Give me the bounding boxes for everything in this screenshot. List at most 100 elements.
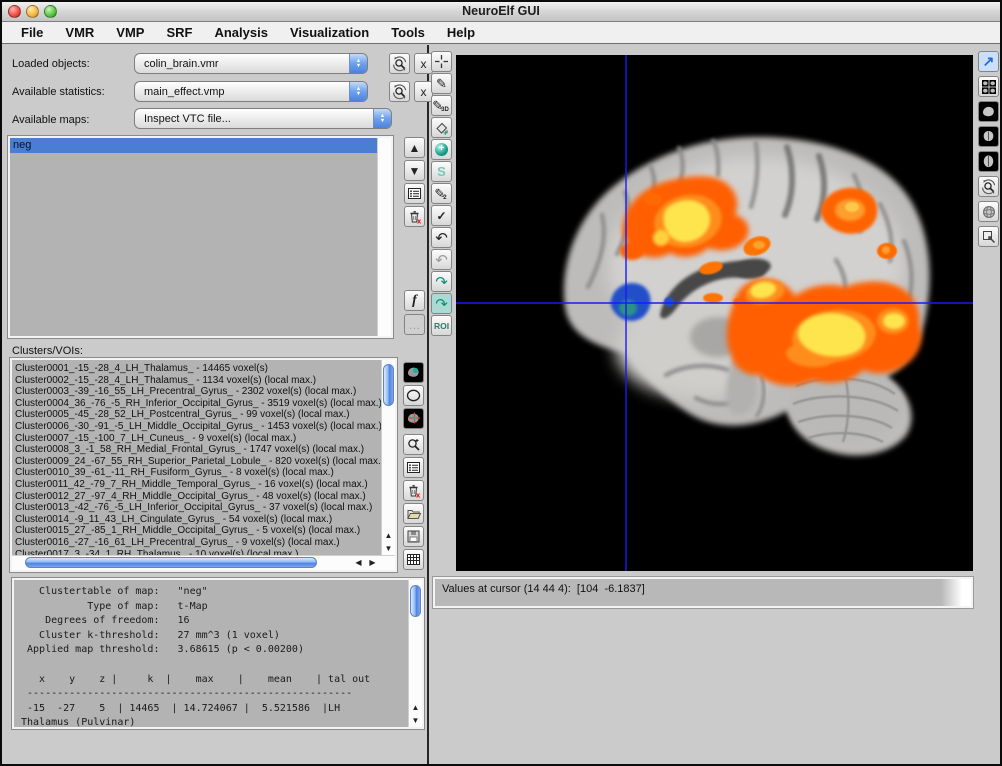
menu-analysis[interactable]: Analysis bbox=[203, 25, 278, 40]
clusters-list[interactable]: Cluster0001_-15_-28_4_LH_Thalamus_ - 144… bbox=[10, 358, 397, 572]
cluster-row[interactable]: Cluster0014_-9_11_43_LH_Cingulate_Gyrus_… bbox=[12, 514, 381, 526]
cluster-row[interactable]: Cluster0015_27_-85_1_RH_Middle_Occipital… bbox=[12, 525, 381, 537]
cluster-zoom-button[interactable] bbox=[403, 434, 424, 455]
cluster-open-button[interactable] bbox=[403, 503, 424, 524]
undo-button[interactable]: ↶ bbox=[431, 227, 452, 248]
sagittal-view-icon bbox=[980, 103, 997, 120]
map-delete-button[interactable]: x bbox=[404, 206, 425, 227]
cluster-row[interactable]: Cluster0001_-15_-28_4_LH_Thalamus_ - 144… bbox=[12, 363, 381, 375]
menu-vmp[interactable]: VMP bbox=[105, 25, 155, 40]
scroll-down-arrow-icon[interactable]: ▼ bbox=[382, 542, 395, 555]
clusters-vscroll-thumb[interactable] bbox=[383, 364, 394, 406]
available-statistics-select[interactable]: main_effect.vmp ▲▼ bbox=[134, 81, 368, 102]
cluster-ellipse-voi-button[interactable] bbox=[403, 385, 424, 406]
coronal-view-icon bbox=[980, 128, 997, 145]
maps-list-item-neg[interactable]: neg bbox=[10, 138, 377, 153]
values-at-cursor-text: Values at cursor (14 44 4): [104 -6.1837… bbox=[442, 583, 645, 595]
minimize-window-button[interactable] bbox=[26, 5, 39, 18]
scroll-down-arrow-icon[interactable]: ▼ bbox=[409, 714, 422, 727]
maps-list[interactable]: neg bbox=[8, 136, 393, 338]
scroll-left-arrow-icon[interactable]: ◀ bbox=[352, 556, 365, 569]
properties-icon bbox=[407, 186, 422, 201]
pencil-3d-tool-button[interactable]: ✎3D bbox=[431, 95, 452, 116]
cluster-table-button[interactable] bbox=[403, 549, 424, 570]
available-maps-select[interactable]: Inspect VTC file... ▲▼ bbox=[134, 108, 392, 129]
menu-help[interactable]: Help bbox=[436, 25, 486, 40]
cluster-row[interactable]: Cluster0003_-39_-16_55_LH_Precentral_Gyr… bbox=[12, 386, 381, 398]
browse-object-button[interactable] bbox=[389, 53, 410, 74]
cluster-row[interactable]: Cluster0002_-15_-28_4_LH_Thalamus_ - 113… bbox=[12, 375, 381, 387]
pencil-tool-button[interactable]: ✎ bbox=[431, 73, 452, 94]
accept-changes-button[interactable]: ✓ bbox=[431, 205, 452, 226]
combo-stepper-icon[interactable]: ▲▼ bbox=[349, 81, 368, 102]
menu-visualization[interactable]: Visualization bbox=[279, 25, 380, 40]
cluster-save-button[interactable] bbox=[403, 526, 424, 547]
available-maps-value: Inspect VTC file... bbox=[144, 113, 231, 125]
map-formula-button[interactable]: f bbox=[404, 290, 425, 311]
redo-icon: ↷ bbox=[435, 273, 448, 291]
cluster-delete-button[interactable]: x bbox=[403, 480, 424, 501]
map-move-down-button[interactable]: ▼ bbox=[404, 160, 425, 181]
cluster-row[interactable]: Cluster0013_-42_-76_-5_LH_Inferior_Occip… bbox=[12, 502, 381, 514]
scroll-up-arrow-icon[interactable]: ▲ bbox=[382, 529, 395, 542]
map-move-up-button[interactable]: ▲ bbox=[404, 137, 425, 158]
menu-tools[interactable]: Tools bbox=[380, 25, 436, 40]
menu-srf[interactable]: SRF bbox=[155, 25, 203, 40]
expand-view-button[interactable]: ↗ bbox=[978, 51, 999, 72]
sagittal-brain-image bbox=[456, 55, 973, 571]
cluster-row[interactable]: Cluster0008_3_-1_58_RH_Medial_Frontal_Gy… bbox=[12, 444, 381, 456]
menu-vmr[interactable]: VMR bbox=[54, 25, 105, 40]
cluster-row[interactable]: Cluster0012_27_-97_4_RH_Middle_Occipital… bbox=[12, 491, 381, 503]
close-window-button[interactable] bbox=[8, 5, 21, 18]
cluster-row[interactable]: Cluster0009_24_-67_55_RH_Superior_Pariet… bbox=[12, 456, 381, 468]
browse-statistics-button[interactable] bbox=[389, 81, 410, 102]
cluster-row[interactable]: Cluster0006_-30_-91_-5_LH_Middle_Occipit… bbox=[12, 421, 381, 433]
title-bar[interactable]: NeuroElf GUI bbox=[0, 0, 1002, 22]
render-view-button[interactable] bbox=[978, 201, 999, 222]
add-sphere-tool-button[interactable]: + bbox=[431, 139, 452, 160]
menu-file[interactable]: File bbox=[10, 25, 54, 40]
roi-button[interactable]: ROI bbox=[431, 315, 452, 336]
pencil-2-tool-button[interactable]: ✎2 bbox=[431, 183, 452, 204]
zoom-window-button[interactable] bbox=[44, 5, 57, 18]
info-vscrollbar[interactable]: ▲ ▼ bbox=[408, 580, 422, 727]
scroll-right-arrow-icon[interactable]: ▶ bbox=[366, 556, 379, 569]
coronal-view-button[interactable] bbox=[978, 126, 999, 147]
maps-list-scrollbar[interactable] bbox=[377, 138, 391, 336]
cluster-show-on-brain-button[interactable] bbox=[403, 362, 424, 383]
map-properties-button[interactable] bbox=[404, 183, 425, 204]
slice-canvas[interactable] bbox=[456, 55, 973, 571]
cluster-row[interactable]: Cluster0010_39_-61_-11_RH_Fusiform_Gyrus… bbox=[12, 467, 381, 479]
clusters-hscrollbar[interactable]: ◀ ▶ bbox=[12, 555, 395, 570]
loaded-objects-select[interactable]: colin_brain.vmr ▲▼ bbox=[134, 53, 368, 74]
maps-list-body[interactable]: neg bbox=[10, 138, 377, 336]
values-at-cursor-box: Values at cursor (14 44 4): [104 -6.1837… bbox=[433, 577, 973, 608]
info-vscroll-thumb[interactable] bbox=[410, 585, 421, 617]
cluster-row[interactable]: Cluster0007_-15_-100_7_LH_Cuneus_ - 9 vo… bbox=[12, 433, 381, 445]
clusters-hscroll-thumb[interactable] bbox=[25, 557, 317, 568]
axial-view-button[interactable] bbox=[978, 151, 999, 172]
redo-all-button[interactable]: ↷ bbox=[431, 293, 452, 314]
clusters-list-body[interactable]: Cluster0001_-15_-28_4_LH_Thalamus_ - 144… bbox=[12, 360, 381, 555]
redo-button[interactable]: ↷ bbox=[431, 271, 452, 292]
cluster-row[interactable]: Cluster0005_-45_-28_52_LH_Postcentral_Gy… bbox=[12, 409, 381, 421]
cluster-row[interactable]: Cluster0004_36_-76_-5_RH_Inferior_Occipi… bbox=[12, 398, 381, 410]
cluster-properties-button[interactable] bbox=[403, 457, 424, 478]
delete-trash-icon: x bbox=[406, 483, 422, 499]
montage-view-button[interactable] bbox=[978, 76, 999, 97]
cluster-info-box[interactable]: Clustertable of map: "neg" Type of map: … bbox=[12, 578, 424, 729]
combo-stepper-icon[interactable]: ▲▼ bbox=[349, 53, 368, 74]
sagittal-view-button[interactable] bbox=[978, 101, 999, 122]
combo-stepper-icon[interactable]: ▲▼ bbox=[373, 108, 392, 129]
crosshair-tool-button[interactable] bbox=[431, 51, 452, 72]
cluster-goto-peak-button[interactable] bbox=[403, 408, 424, 429]
clusters-vscrollbar[interactable]: ▲ ▼ bbox=[381, 360, 395, 555]
fill-tool-button[interactable]: + bbox=[431, 117, 452, 138]
dock-window-button[interactable] bbox=[978, 226, 999, 247]
svg-text:x: x bbox=[416, 490, 421, 499]
browse-vtc-button[interactable] bbox=[978, 176, 999, 197]
scroll-up-arrow-icon[interactable]: ▲ bbox=[409, 701, 422, 714]
cluster-row[interactable]: Cluster0016_-27_-16_61_LH_Precentral_Gyr… bbox=[12, 537, 381, 549]
menu-bar: File VMR VMP SRF Analysis Visualization … bbox=[0, 22, 1002, 44]
cluster-row[interactable]: Cluster0011_42_-79_7_RH_Middle_Temporal_… bbox=[12, 479, 381, 491]
